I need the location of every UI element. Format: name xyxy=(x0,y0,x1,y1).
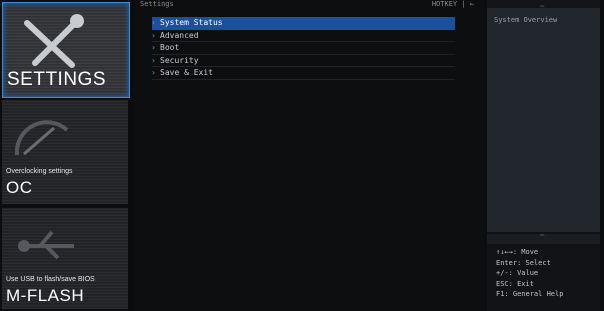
settings-title: SETTINGS xyxy=(7,69,107,90)
overview-title: System Overview xyxy=(494,16,558,24)
menu-item-label: Advanced xyxy=(160,30,199,40)
help-legend: ↑↓←→: Move Enter: Select +/-: Value ESC:… xyxy=(487,247,600,311)
mflash-tile[interactable]: Use USB to flash/save BIOS M-FLASH xyxy=(2,208,128,309)
system-overview-pane: System Overview xyxy=(487,8,600,232)
wrench-screwdriver-icon xyxy=(24,14,84,68)
menu-item-label: Save & Exit xyxy=(160,68,213,77)
chevron-right-icon: › xyxy=(151,30,156,40)
help-move: ↑↓←→: Move xyxy=(496,248,539,256)
menu-item-label: System Status xyxy=(160,18,223,27)
chevron-right-icon: › xyxy=(151,43,156,52)
chevron-right-icon: › xyxy=(151,55,156,65)
chevron-right-icon: › xyxy=(151,68,156,77)
scroll-up-icon: ▁ xyxy=(540,0,545,7)
chevron-right-icon: › xyxy=(151,18,156,27)
gauge-icon xyxy=(14,120,69,156)
mflash-subtitle: Use USB to flash/save BIOS xyxy=(6,276,95,283)
settings-tile[interactable]: SETTINGS xyxy=(2,2,130,98)
menu-item-security[interactable]: › Security xyxy=(151,55,455,67)
menu-item-label: Security xyxy=(160,55,199,65)
settings-menu: › System Status › Advanced › Boot › Secu… xyxy=(151,17,455,80)
menu-item-system-status[interactable]: › System Status xyxy=(151,17,455,30)
menu-item-save-exit[interactable]: › Save & Exit xyxy=(151,67,455,80)
help-value: +/-: Value xyxy=(496,269,539,277)
top-scroll-bar[interactable]: ▁ xyxy=(487,0,600,8)
sidebar: SETTINGS Overclocking settings OC Use US… xyxy=(0,0,130,311)
main-panel: Settings HOTKEY | ← › System Status › Ad… xyxy=(134,0,484,311)
menu-item-boot[interactable]: › Boot xyxy=(151,42,455,55)
menu-item-advanced[interactable]: › Advanced xyxy=(151,30,455,42)
oc-subtitle: Overclocking settings xyxy=(6,168,73,175)
help-select: Enter: Select xyxy=(496,258,551,267)
hotkey-label[interactable]: HOTKEY | ← xyxy=(432,0,474,8)
scroll-down-icon: ▔ xyxy=(540,235,545,243)
menu-item-label: Boot xyxy=(160,43,180,52)
oc-tile[interactable]: Overclocking settings OC xyxy=(2,100,128,204)
help-general: F1: General Help xyxy=(496,290,564,298)
oc-title: OC xyxy=(6,178,33,197)
right-panel: ▁ System Overview ▔ ↑↓←→: Move Enter: Se… xyxy=(487,0,600,311)
help-exit: ESC: Exit xyxy=(496,279,534,288)
settings-header: Settings xyxy=(140,0,174,8)
mflash-title: M-FLASH xyxy=(6,286,85,305)
mid-scroll-bar[interactable]: ▔ xyxy=(487,234,600,244)
usb-icon xyxy=(18,230,74,260)
